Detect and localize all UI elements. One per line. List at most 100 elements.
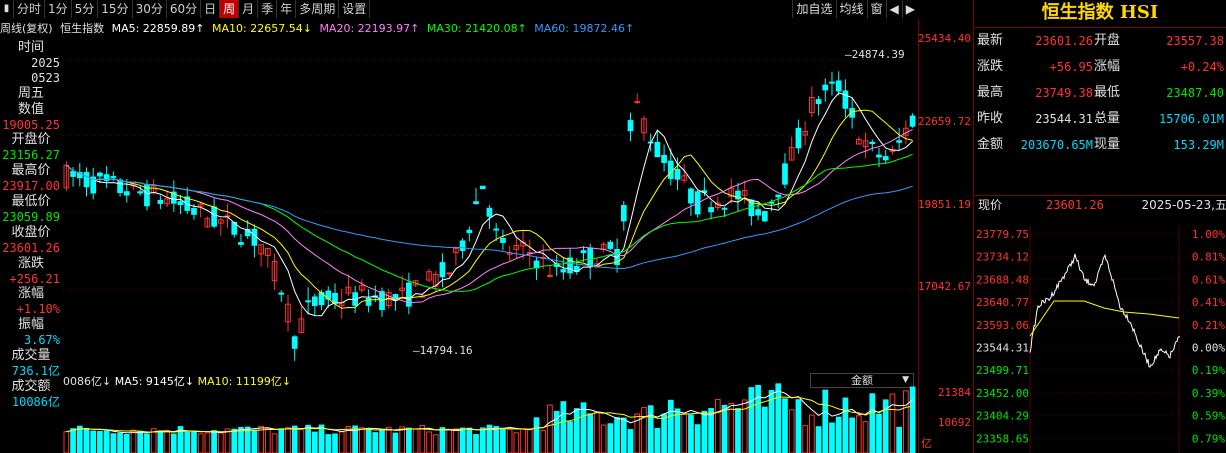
volume-bar — [157, 430, 164, 453]
intraday-chart[interactable]: 23779.75 1.00% 23734.12 0.81% 23688.48 0.61% 2… — [974, 226, 1226, 453]
info-label: 数值 — [17, 101, 44, 117]
candle-body — [708, 207, 714, 213]
quote-value: 23487.40 — [1166, 86, 1224, 100]
candle-body — [123, 191, 130, 196]
volume-bar — [903, 390, 909, 453]
quote-label: 最新 — [977, 33, 1004, 48]
period-tab[interactable]: 1分 — [45, 0, 72, 18]
info-label: 最低价 — [11, 193, 51, 209]
candle-body — [251, 228, 258, 246]
add-watchlist-button[interactable]: 加自选 — [792, 0, 835, 18]
info-value: 736.1亿 — [11, 363, 60, 378]
info-value: 23917.00 — [2, 179, 60, 194]
volume-bar — [755, 384, 761, 453]
volume-bar — [332, 433, 338, 453]
ma60-legend: MA60: 19872.46↑ — [534, 22, 635, 35]
period-tab[interactable]: 15分 — [98, 0, 133, 18]
volume-bar — [231, 428, 238, 453]
quote-row: 最新 23601.26 开盘 23557.38 — [974, 28, 1226, 54]
volume-bar — [735, 408, 741, 453]
volume-bar — [311, 431, 318, 453]
volume-bar — [728, 403, 735, 453]
candle-body — [869, 141, 876, 145]
volume-bar — [325, 434, 332, 453]
candle-body — [311, 296, 318, 306]
volume-bar — [473, 434, 479, 453]
volume-bar — [83, 428, 90, 453]
candle-body — [117, 179, 123, 193]
quote-row: 昨收 23544.31 总量 15706.01M — [974, 106, 1226, 132]
period-tab[interactable]: 周 — [220, 0, 240, 18]
volume-bar — [889, 393, 896, 453]
intraday-price-tick: 23593.06 — [976, 319, 1029, 332]
quote-value: 203670.65M — [1020, 138, 1093, 152]
period-tab[interactable]: 60分 — [167, 0, 202, 18]
candle-body — [688, 188, 694, 204]
volume-bar — [197, 433, 204, 453]
ma30-legend: MA30: 21420.08↑ — [426, 22, 527, 35]
intraday-pct-tick: 0.41% — [1192, 296, 1225, 309]
volume-bar — [594, 411, 600, 453]
info-column: 时间 2025 0523 周五 数值 19005.25 开盘价 23156.27 最高价 2391… — [0, 40, 62, 410]
chart-mode-label[interactable]: 周线(复权) — [0, 22, 53, 35]
ma-line-button[interactable]: 均线 — [835, 0, 867, 18]
candle-body — [560, 269, 567, 273]
candlestick-chart[interactable]: —24874.39 —14794.16 — [63, 36, 918, 370]
volume-bar — [775, 383, 782, 453]
quote-row: 最高 23749.38 最低 23487.40 — [974, 80, 1226, 106]
volume-bar — [76, 425, 83, 453]
period-tab[interactable]: 多周期 — [296, 0, 340, 18]
volume-bar — [291, 425, 298, 453]
period-tab[interactable]: 月 — [239, 0, 259, 18]
quote-value: 23544.31 — [1035, 112, 1093, 126]
price-tick: 19851.19 — [918, 198, 971, 211]
info-value: +256.21 — [9, 271, 60, 286]
volume-bar — [204, 432, 211, 453]
candle-body — [876, 154, 882, 158]
arrow-right-icon[interactable]: ▶ — [901, 0, 918, 18]
volume-bar — [211, 430, 217, 453]
window-button[interactable]: 窗 — [866, 0, 886, 18]
arrow-left-icon[interactable]: ◀ — [885, 0, 902, 18]
info-label: 时间 — [17, 40, 44, 55]
volume-bar — [600, 424, 607, 453]
period-tab[interactable]: 30分 — [133, 0, 167, 18]
volume-bar — [365, 429, 372, 453]
info-label: 最高价 — [11, 163, 51, 179]
volume-bar — [526, 428, 533, 453]
volume-bar — [103, 430, 110, 453]
low-price-mark: —14794.16 — [413, 344, 473, 357]
period-tab[interactable]: 分时 — [14, 0, 46, 18]
expand-icon[interactable]: ▮ — [0, 0, 14, 18]
period-tab[interactable]: 年 — [277, 0, 297, 18]
ma20-legend: MA20: 22193.97↑ — [319, 22, 420, 35]
volume-bar — [540, 429, 547, 453]
period-tab[interactable]: 设置 — [339, 0, 371, 18]
volume-bar — [667, 399, 674, 453]
volume-bar — [379, 429, 385, 453]
volume-chart[interactable] — [63, 371, 918, 453]
quote-rows: 最新 23601.26 开盘 23557.38 涨跌 +56.95 涨幅 +0.24% 最高 23… — [974, 28, 1226, 158]
candle-body — [291, 336, 298, 349]
candle-body — [775, 194, 782, 198]
volume-bar — [123, 433, 130, 453]
candle-body — [782, 163, 788, 185]
info-label: 收盘价 — [11, 224, 51, 240]
volume-bar — [761, 406, 768, 453]
intraday-pct-tick: 0.21% — [1192, 319, 1225, 332]
candle-body — [446, 272, 453, 275]
quote-value: +0.24% — [1180, 60, 1224, 74]
candle-body — [761, 211, 768, 222]
period-tab[interactable]: 季 — [258, 0, 278, 18]
candle-body — [896, 140, 902, 143]
quote-row: 涨跌 +56.95 涨幅 +0.24% — [974, 54, 1226, 80]
candle-body — [473, 201, 479, 205]
volume-bar — [849, 417, 855, 453]
candle-body — [137, 191, 144, 194]
volume-bar — [782, 398, 788, 453]
period-tab[interactable]: 日 — [201, 0, 221, 18]
period-tab[interactable]: 5分 — [72, 0, 99, 18]
info-value: 3.67% — [23, 333, 60, 348]
volume-tick: 21384 — [937, 386, 971, 399]
info-value: 23156.27 — [2, 148, 60, 163]
